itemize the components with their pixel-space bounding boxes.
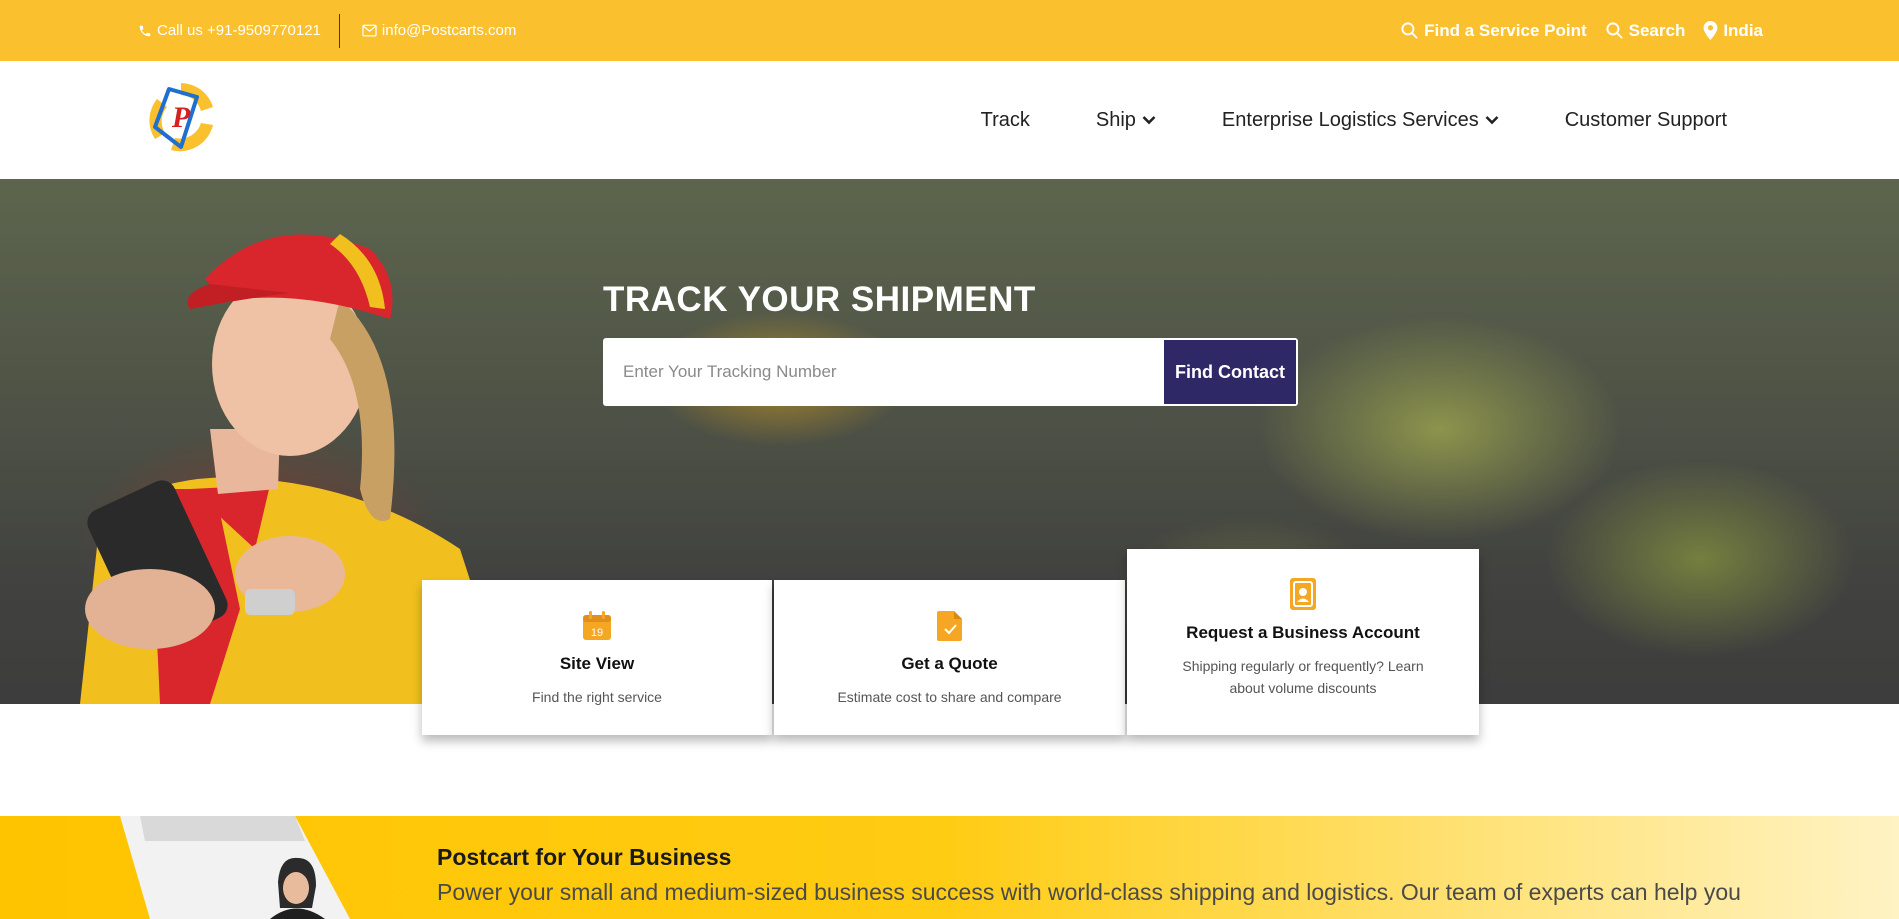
get-quote-title: Get a Quote	[901, 654, 998, 673]
calendar-icon: 19	[422, 610, 772, 642]
phone-icon	[138, 24, 152, 38]
search-label: Search	[1628, 20, 1686, 40]
email-contact[interactable]: info@Postcarts.com	[362, 22, 516, 39]
nav-support-label: Customer Support	[1564, 108, 1727, 131]
get-quote-card[interactable]: Get a Quote Estimate cost to share and c…	[774, 580, 1125, 735]
main-nav: Track Ship Enterprise Logistics Services…	[981, 61, 1727, 179]
site-view-desc: Find the right service	[532, 689, 662, 705]
chevron-down-icon	[1485, 115, 1499, 125]
nav-enterprise-label: Enterprise Logistics Services	[1221, 108, 1479, 131]
location-pin-icon	[1703, 21, 1718, 40]
find-service-point-link[interactable]: Find a Service Point	[1400, 21, 1587, 41]
contact-info: Call us +91-9509770121 info@Postcarts.co…	[138, 0, 516, 61]
logo-icon: P	[149, 83, 213, 152]
document-check-icon	[774, 610, 1125, 642]
brand-logo[interactable]: P	[141, 77, 221, 157]
phone-contact[interactable]: Call us +91-9509770121	[138, 22, 321, 39]
utility-links: Find a Service Point Search India	[1400, 0, 1763, 61]
business-photo	[120, 816, 350, 919]
chevron-down-icon	[1142, 115, 1156, 125]
nav-customer-support[interactable]: Customer Support	[1565, 109, 1727, 132]
tracking-number-input[interactable]	[605, 340, 1164, 404]
find-contact-button[interactable]: Find Contact	[1164, 340, 1296, 404]
phone-text: Call us +91-9509770121	[157, 22, 321, 39]
main-header: P Track Ship Enterprise Logistics Servic…	[0, 61, 1899, 179]
find-service-point-label: Find a Service Point	[1424, 20, 1587, 40]
business-section: Postcart for Your Business Power your sm…	[0, 816, 1899, 919]
hero-title: TRACK YOUR SHIPMENT	[603, 280, 1036, 319]
nav-ship[interactable]: Ship	[1096, 109, 1156, 132]
nav-track[interactable]: Track	[981, 109, 1030, 132]
business-text: Power your small and medium-sized busine…	[437, 879, 1741, 905]
business-account-card[interactable]: Request a Business Account Shipping regu…	[1127, 549, 1479, 735]
nav-track-label: Track	[980, 108, 1030, 131]
country-selector[interactable]: India	[1703, 21, 1763, 41]
top-bar: Call us +91-9509770121 info@Postcarts.co…	[0, 0, 1899, 61]
search-link[interactable]: Search	[1605, 20, 1686, 41]
business-title: Postcart for Your Business	[437, 844, 732, 870]
nav-ship-label: Ship	[1095, 108, 1136, 131]
svg-text:P: P	[171, 101, 191, 134]
business-account-desc: Shipping regularly or frequently? Learn …	[1182, 658, 1424, 696]
business-account-title: Request a Business Account	[1186, 623, 1420, 642]
divider	[338, 13, 340, 48]
country-label: India	[1723, 20, 1763, 40]
email-text: info@Postcarts.com	[381, 22, 517, 39]
search-icon	[1400, 21, 1419, 40]
badge-icon	[1127, 577, 1479, 611]
search-icon	[1605, 21, 1624, 40]
get-quote-desc: Estimate cost to share and compare	[837, 689, 1062, 705]
svg-text:19: 19	[591, 627, 603, 639]
mail-icon	[362, 24, 377, 37]
site-view-card[interactable]: 19 Site View Find the right service	[422, 580, 772, 735]
site-view-title: Site View	[559, 654, 635, 673]
nav-enterprise-logistics[interactable]: Enterprise Logistics Services	[1222, 109, 1499, 132]
tracking-form: Find Contact	[603, 338, 1298, 406]
